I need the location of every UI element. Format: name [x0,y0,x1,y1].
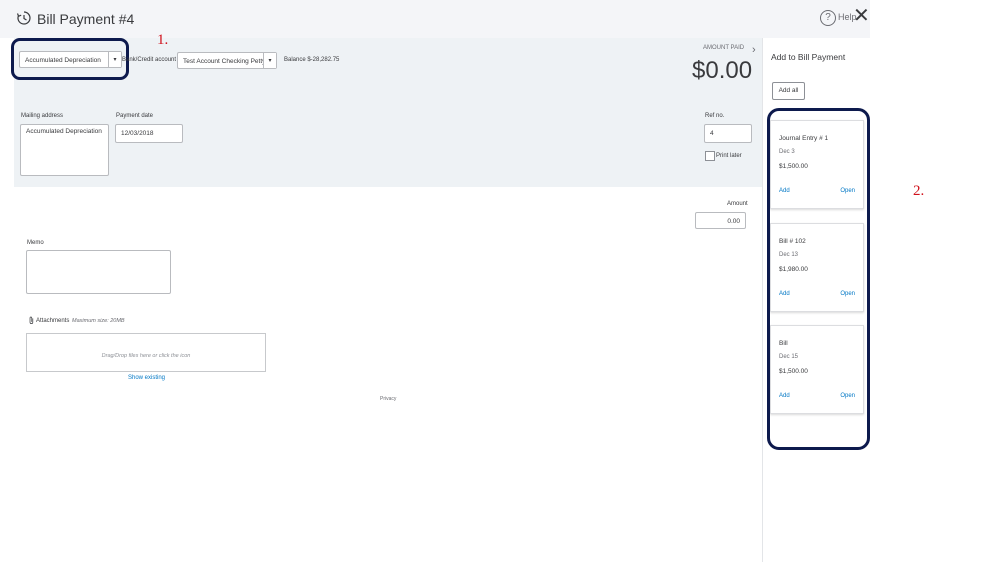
help-icon[interactable]: ? [820,10,836,26]
annotation-outline-1 [11,38,129,80]
side-panel-title: Add to Bill Payment [771,52,846,62]
privacy-link[interactable]: Privacy [380,396,396,402]
paperclip-icon[interactable] [28,316,35,325]
payment-date-input[interactable]: 12/03/2018 [115,124,183,143]
ref-no-input[interactable]: 4 [704,124,752,143]
attachments-dropzone[interactable]: Drag/Drop files here or click the icon [26,333,266,372]
attachments-label: Attachments [36,318,70,324]
close-icon[interactable]: ✕ [853,6,870,26]
mailing-address-field[interactable]: Accumulated Depreciation [20,124,109,176]
ref-no-value: 4 [710,130,714,137]
amount-value: 0.00 [727,218,740,225]
bank-balance: Balance $-28,282.75 [284,57,340,63]
annotation-outline-2 [767,108,870,450]
bank-account-label: Bank/Credit account [122,57,177,63]
mailing-address-value: Accumulated Depreciation [26,128,102,135]
payment-date-label: Payment date [116,113,154,119]
bank-account-select[interactable]: Test Account Checking Petty Cash ▾ [177,52,277,69]
memo-textarea[interactable] [26,250,171,294]
amount-label: Amount [727,201,748,207]
page-title: Bill Payment #4 [37,11,135,27]
amount-paid-label: AMOUNT PAID [703,45,745,51]
annotation-number-2: 2. [913,183,925,199]
show-existing-link[interactable]: Show existing [128,375,165,381]
memo-label: Memo [27,240,44,246]
chevron-down-icon[interactable]: ▾ [263,53,276,68]
history-icon[interactable] [16,10,32,26]
annotation-number-1: 1. [157,32,169,48]
dropzone-text: Drag/Drop files here or click the icon [101,353,191,359]
attachments-max-size: Maximum size: 20MB [72,318,125,324]
chevron-right-icon[interactable]: › [752,44,756,56]
payment-date-value: 12/03/2018 [121,130,154,137]
amount-input[interactable]: 0.00 [695,212,746,229]
add-all-button[interactable]: Add all [772,82,805,100]
bank-account-value: Test Account Checking Petty Cash [183,58,263,65]
print-later-checkbox[interactable] [705,151,715,161]
amount-paid-value: $0.00 [692,57,753,84]
mailing-address-label: Mailing address [21,113,64,119]
print-later-label[interactable]: Print later [716,153,742,159]
add-all-label: Add all [778,87,799,94]
ref-no-label: Ref no. [705,113,725,119]
